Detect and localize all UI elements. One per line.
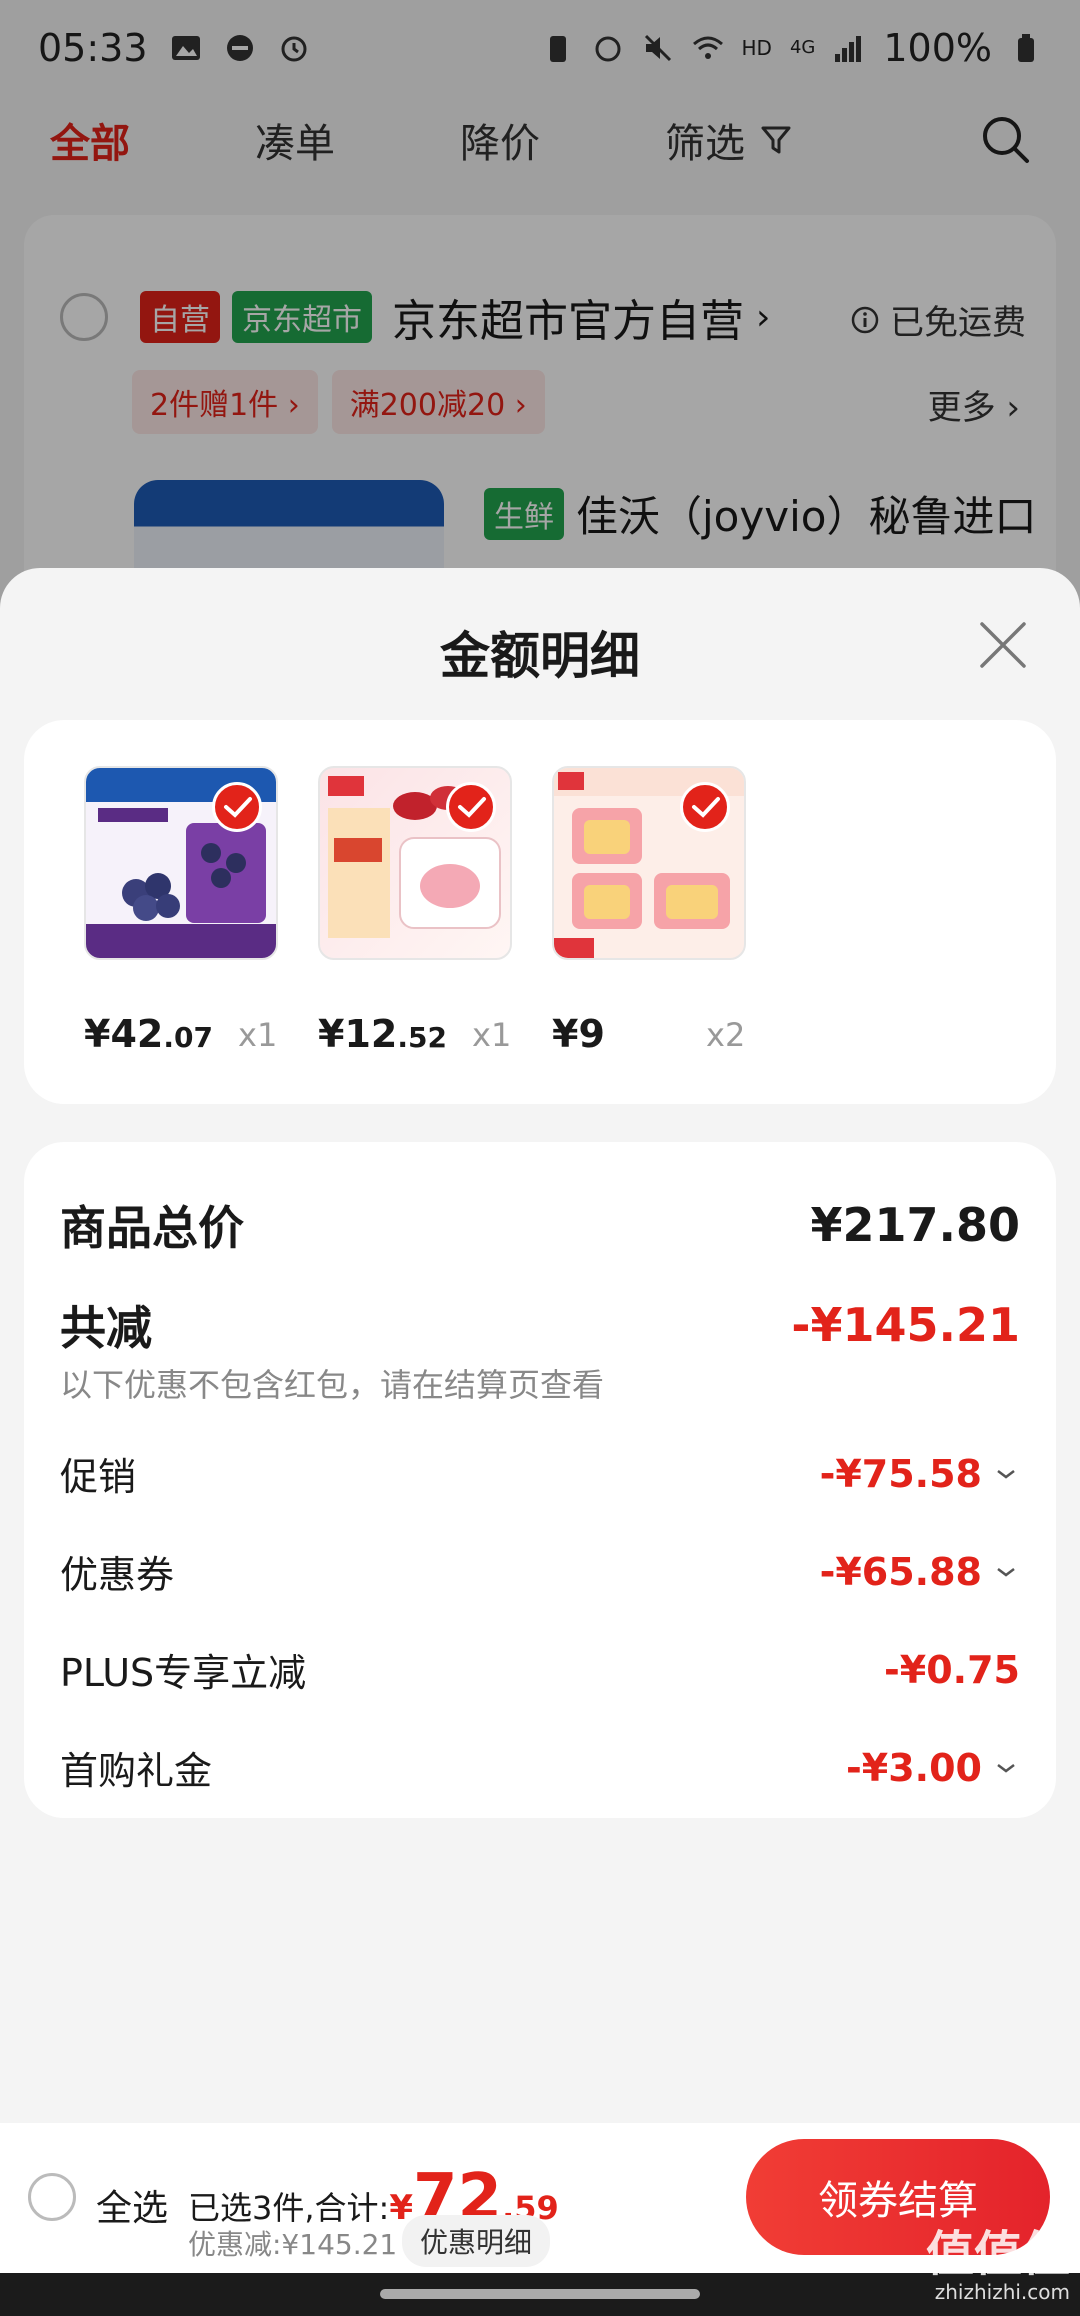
product-price: ¥42.07 (84, 1012, 213, 1056)
product-price: ¥12.52 (318, 1012, 447, 1056)
product-item[interactable]: ¥42.07 x1 (84, 766, 314, 1056)
select-all-radio[interactable] (28, 2173, 76, 2221)
promo-row[interactable]: 促销 -¥75.58 (60, 1446, 1020, 1501)
chevron-down-icon (997, 1469, 1015, 1479)
plus-value: -¥0.75 (884, 1647, 1020, 1692)
plus-label: PLUS专享立减 (60, 1651, 307, 1695)
product-qty: x2 (706, 1016, 746, 1054)
discount-detail-button[interactable]: 优惠明细 (402, 2215, 551, 2267)
coupon-value: -¥65.88 (819, 1549, 982, 1594)
watermark-text: 值值值 (925, 2226, 1070, 2282)
coupon-row[interactable]: 优惠券 -¥65.88 (60, 1544, 1020, 1599)
reduce-row: 共减 -¥145.21 (60, 1292, 1020, 1358)
reduce-value: -¥145.21 (791, 1298, 1020, 1352)
gesture-bar (0, 2273, 1080, 2316)
selected-products: ¥42.07 x1 ¥12.52 x1 ¥9 x2 (24, 720, 1056, 1104)
price-int: ¥42 (84, 1012, 164, 1056)
watermark: 值值值 zhizhizhi.com (926, 2230, 1070, 2302)
liby-pods-image (318, 766, 512, 960)
close-icon[interactable] (976, 618, 1030, 672)
chevron-down-icon (997, 1763, 1015, 1773)
total-row: 商品总价 ¥217.80 (60, 1192, 1020, 1258)
selected-check-icon (680, 782, 730, 832)
first-purchase-value: -¥3.00 (846, 1745, 982, 1790)
total-label: 商品总价 (60, 1201, 244, 1255)
price-int: ¥12 (318, 1012, 398, 1056)
product-item[interactable]: ¥12.52 x1 (318, 766, 548, 1056)
price-int: ¥9 (552, 1012, 605, 1056)
first-purchase-label: 首购礼金 (60, 1749, 213, 1793)
discount-text: 优惠减:¥145.21 (188, 2228, 398, 2261)
product-qty: x1 (472, 1016, 512, 1054)
select-all-label[interactable]: 全选 (96, 2179, 168, 2231)
liby-beads-image (552, 766, 746, 960)
coupon-label: 优惠券 (60, 1553, 175, 1597)
home-indicator[interactable] (380, 2289, 700, 2299)
promo-value: -¥75.58 (819, 1451, 982, 1496)
total-value: ¥217.80 (810, 1198, 1020, 1252)
product-qty: x1 (238, 1016, 278, 1054)
first-purchase-row[interactable]: 首购礼金 -¥3.00 (60, 1740, 1020, 1795)
chevron-down-icon (997, 1567, 1015, 1577)
product-item[interactable]: ¥9 x2 (552, 766, 782, 1056)
promo-label: 促销 (60, 1455, 137, 1499)
price-breakdown: 商品总价 ¥217.80 共减 -¥145.21 以下优惠不包含红包，请在结算页… (24, 1142, 1056, 1818)
price-dec: .52 (397, 1021, 447, 1054)
checkout-bar: 全选 已选3件,合计: ¥ 72 .59 优惠减:¥145.21 优惠明细 领券… (0, 2123, 1080, 2273)
reduce-label: 共减 (60, 1301, 152, 1355)
price-dec: .07 (163, 1021, 213, 1054)
reduce-note: 以下优惠不包含红包，请在结算页查看 (60, 1366, 605, 1404)
selected-check-icon (446, 782, 496, 832)
blueberry-image (84, 766, 278, 960)
sheet-title: 金额明细 (440, 627, 640, 685)
amount-detail-sheet: 金额明细 ¥42.07 x1 ¥12.52 x1 ¥9 x2 商品总价 ¥217… (0, 568, 1080, 2123)
plus-row: PLUS专享立减 -¥0.75 (60, 1642, 1020, 1697)
selected-check-icon (212, 782, 262, 832)
watermark-sub: zhizhizhi.com (934, 2280, 1070, 2304)
product-price: ¥9 (552, 1012, 605, 1056)
